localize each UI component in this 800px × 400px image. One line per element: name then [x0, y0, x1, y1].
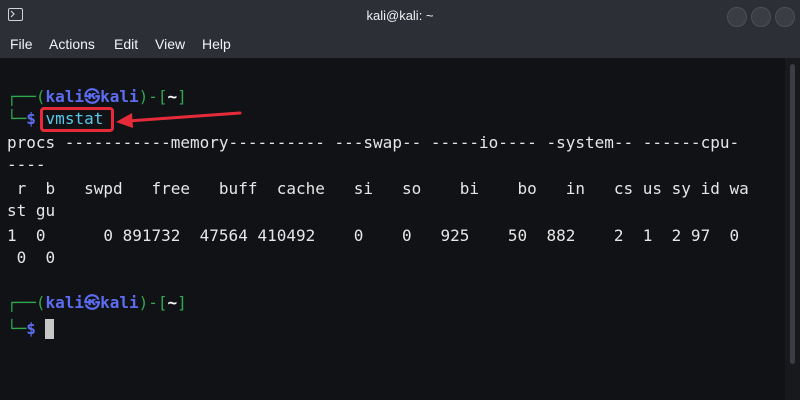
prompt2-corner-bottom: └─	[7, 319, 27, 338]
prompt2-separator: )-[	[138, 293, 168, 312]
prompt2-host: kali	[100, 293, 139, 312]
output-columns-wrap: st gu	[7, 201, 56, 220]
prompt-directory: ~	[167, 87, 178, 106]
prompt-line-top: ┌──(kali㉿kali)-[~]	[7, 86, 187, 108]
title-bar[interactable]: kali@kali: ~	[0, 0, 800, 32]
prompt2-bracket-end: ]	[177, 293, 187, 312]
output-header-line: procs -----------memory---------- ---swa…	[7, 133, 740, 152]
prompt-corner-bottom: └─	[7, 109, 27, 128]
prompt2-line-top: ┌──(kali㉿kali)-[~]	[7, 292, 187, 314]
menu-edit[interactable]: Edit	[114, 36, 138, 52]
annotation-arrow-icon	[116, 111, 242, 128]
output-header-wrap: ----	[7, 155, 46, 174]
prompt2-dollar: $	[26, 319, 36, 338]
menu-actions[interactable]: Actions	[49, 36, 95, 52]
output-values-line: 1 0 0 891732 47564 410492 0 0 925 50 882…	[7, 226, 740, 245]
output-values-wrap: 0 0	[7, 248, 56, 267]
menu-view[interactable]: View	[155, 36, 185, 52]
prompt-separator: )-[	[138, 87, 168, 106]
scrollbar-thumb[interactable]	[790, 64, 795, 364]
prompt2-line-bottom: └─$	[7, 318, 36, 340]
prompt-corner: ┌──(	[7, 87, 46, 106]
terminal-window: kali@kali: ~ File Actions Edit View Help…	[0, 0, 800, 400]
prompt-at-symbol: ㉿	[84, 87, 101, 106]
menu-file[interactable]: File	[10, 36, 33, 52]
prompt-dollar: $	[26, 109, 36, 128]
vertical-scrollbar[interactable]	[785, 58, 800, 400]
prompt-host: kali	[100, 87, 139, 106]
prompt2-at-symbol: ㉿	[84, 293, 101, 312]
prompt2-directory: ~	[167, 293, 178, 312]
prompt2-corner: ┌──(	[7, 293, 46, 312]
command-highlight-box	[40, 107, 114, 132]
text-cursor	[45, 319, 54, 339]
menu-bar: File Actions Edit View Help	[0, 32, 800, 58]
maximize-button[interactable]	[751, 7, 771, 27]
menu-help[interactable]: Help	[202, 36, 231, 52]
output-columns-line: r b swpd free buff cache si so bi bo in …	[7, 179, 749, 198]
prompt2-user: kali	[45, 293, 85, 312]
prompt-bracket-end: ]	[177, 87, 187, 106]
prompt-user: kali	[45, 87, 85, 106]
minimize-button[interactable]	[727, 7, 747, 27]
close-button[interactable]	[775, 7, 795, 27]
window-title: kali@kali: ~	[366, 8, 434, 23]
